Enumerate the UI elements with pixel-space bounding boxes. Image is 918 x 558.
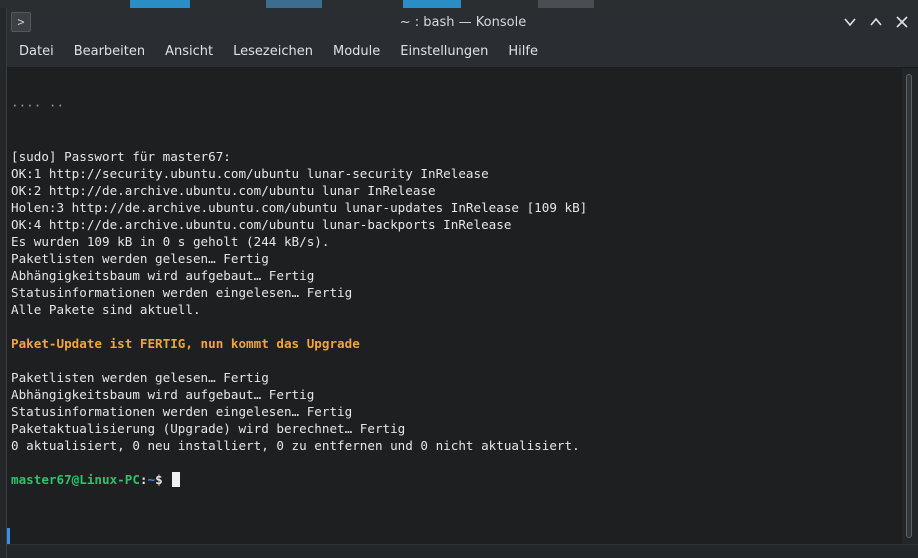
menu-datei[interactable]: Datei [9,36,64,68]
desktop-window-hint [266,0,322,8]
konsole-window: > ~ : bash — Konsole Datei Bearbeiten An… [6,8,918,558]
window-bottom-edge [7,544,918,558]
menu-ansicht[interactable]: Ansicht [155,36,223,68]
menu-lesezeichen[interactable]: Lesezeichen [223,36,323,68]
window-controls [839,12,913,32]
maximize-button[interactable] [865,12,887,32]
terminal-line: Statusinformationen werden eingelesen… F… [11,285,353,300]
terminal-output[interactable]: ···· ·· [sudo] Passwort für master67: OK:… [7,68,903,544]
menu-hilfe[interactable]: Hilfe [498,36,548,68]
shell-prompt[interactable]: master67@Linux-PC:~$ [11,471,587,488]
terminal-line: Paketaktualisierung (Upgrade) wird berec… [11,421,406,436]
prompt-symbol: $ [155,472,163,487]
terminal-line: Es wurden 109 kB in 0 s geholt (244 kB/s… [11,234,330,249]
window-title: ~ : bash — Konsole [399,14,527,30]
terminal-line: Paketlisten werden gelesen… Fertig [11,370,269,385]
prompt-colon: : [139,472,148,487]
menu-module[interactable]: Module [323,36,390,68]
titlebar[interactable]: > ~ : bash — Konsole [7,8,918,36]
close-button[interactable] [891,12,913,32]
desktop-window-hint [538,0,594,8]
terminal-line: Paketlisten werden gelesen… Fertig [11,251,269,266]
menu-bearbeiten[interactable]: Bearbeiten [64,36,155,68]
highlighted-message: Paket-Update ist FERTIG, nun kommt das U… [11,336,360,351]
terminal-line: 0 aktualisiert, 0 neu installiert, 0 zu … [11,438,580,453]
text-cursor [172,472,181,487]
scroll-position-marker [7,528,10,544]
terminal-app-icon[interactable]: > [11,12,31,32]
terminal-line: ···· ·· [11,98,65,113]
chevron-up-icon [870,17,882,26]
terminal-line: Abhängigkeitsbaum wird aufgebaut… Fertig [11,268,315,283]
chevron-down-icon [844,18,856,27]
desktop-window-hint [403,0,461,8]
terminal-line: OK:2 http://de.archive.ubuntu.com/ubuntu… [11,183,436,198]
scrollbar-thumb[interactable] [906,74,912,538]
terminal-lines: ···· ·· [sudo] Passwort für master67: OK:… [11,68,587,488]
terminal-line: OK:4 http://de.archive.ubuntu.com/ubuntu… [11,217,512,232]
desktop-window-hint [130,0,190,8]
scrollbar[interactable] [902,68,916,544]
prompt-user-host: master67@Linux-PC [11,472,140,487]
terminal-line: Alle Pakete sind aktuell. [11,302,201,317]
desktop-background [0,0,918,8]
minimize-button[interactable] [839,12,861,32]
menubar: Datei Bearbeiten Ansicht Lesezeichen Mod… [7,36,918,68]
terminal-line: [sudo] Passwort für master67: [11,149,231,164]
terminal-line: Abhängigkeitsbaum wird aufgebaut… Fertig [11,387,315,402]
terminal-line: OK:1 http://security.ubuntu.com/ubuntu l… [11,166,489,181]
close-icon [896,16,908,28]
menu-einstellungen[interactable]: Einstellungen [390,36,498,68]
terminal-line: Statusinformationen werden eingelesen… F… [11,404,353,419]
terminal-line: Holen:3 http://de.archive.ubuntu.com/ubu… [11,200,588,215]
prompt-path: ~ [147,472,156,487]
